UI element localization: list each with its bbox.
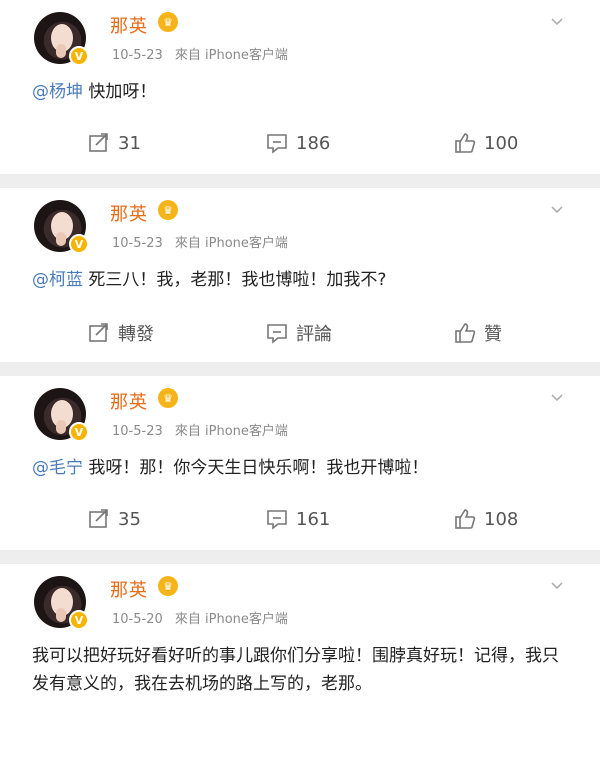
like-button[interactable]: 贊 — [454, 320, 502, 346]
post-actions: 31 186 100 — [0, 118, 600, 174]
repost-button[interactable]: 轉發 — [88, 320, 154, 346]
post-body: 我可以把好玩好看好听的事儿跟你们分享啦！围脖真好玩！记得，我只发有意义的，我在去… — [32, 646, 559, 694]
post-meta: 10-5-23 來自 iPhone客户端 — [112, 44, 288, 63]
weibo-post: V 那英 ♛ 10-5-23 來自 iPhone客户端 @杨坤 快加呀！ 31 … — [0, 0, 600, 174]
post-header: V 那英 ♛ 10-5-20 來自 iPhone客户端 — [0, 564, 600, 634]
comment-button[interactable]: 161 — [266, 508, 330, 530]
repost-icon — [89, 509, 108, 528]
repost-count: 35 — [118, 508, 141, 530]
post-meta: 10-5-20 來自 iPhone客户端 — [112, 608, 288, 627]
user-name[interactable]: 那英 — [110, 12, 148, 38]
weibo-feed: V 那英 ♛ 10-5-23 來自 iPhone客户端 @杨坤 快加呀！ 31 … — [0, 0, 600, 698]
weibo-post: V 那英 ♛ 10-5-23 來自 iPhone客户端 @柯蓝 死三八！我，老那… — [0, 188, 600, 362]
avatar[interactable]: V — [34, 12, 89, 66]
post-date: 10-5-23 — [112, 236, 163, 251]
post-body: 死三八！我，老那！我也博啦！加我不? — [83, 270, 387, 290]
like-count: 100 — [484, 132, 519, 154]
post-actions: 轉發 評論 贊 — [0, 306, 600, 362]
post-meta: 10-5-23 來自 iPhone客户端 — [112, 232, 288, 251]
post-body: 快加呀！ — [83, 82, 157, 102]
repost-icon — [89, 323, 108, 342]
comment-label: 評論 — [296, 324, 332, 345]
post-text: @毛宁 我呀！那！你今天生日快乐啊！我也开博啦！ — [0, 454, 600, 482]
avatar[interactable]: V — [34, 200, 89, 254]
post-header: V 那英 ♛ 10-5-23 來自 iPhone客户端 — [0, 188, 600, 258]
chevron-down-icon[interactable] — [550, 14, 564, 28]
post-text: 我可以把好玩好看好听的事儿跟你们分享啦！围脖真好玩！记得，我只发有意义的，我在去… — [0, 642, 600, 698]
user-name[interactable]: 那英 — [110, 576, 148, 602]
comment-button[interactable]: 評論 — [266, 320, 332, 346]
comment-button[interactable]: 186 — [266, 132, 330, 154]
vip-crown-icon: ♛ — [158, 576, 178, 596]
comment-icon — [267, 134, 287, 154]
repost-button[interactable]: 35 — [88, 508, 141, 530]
separator — [0, 174, 600, 188]
avatar[interactable]: V — [34, 388, 89, 442]
repost-button[interactable]: 31 — [88, 132, 141, 154]
avatar[interactable]: V — [34, 576, 89, 630]
user-name[interactable]: 那英 — [110, 388, 148, 414]
post-source: 來自 iPhone客户端 — [174, 612, 288, 627]
chevron-down-icon[interactable] — [550, 578, 564, 592]
like-label: 贊 — [484, 324, 502, 345]
verified-v-icon: V — [69, 234, 89, 254]
chevron-down-icon[interactable] — [550, 390, 564, 404]
mention-link[interactable]: @杨坤 — [32, 82, 83, 102]
post-source: 來自 iPhone客户端 — [174, 424, 288, 439]
separator — [0, 362, 600, 376]
vip-crown-icon: ♛ — [158, 388, 178, 408]
post-actions: 35 161 108 — [0, 494, 600, 550]
post-date: 10-5-20 — [112, 612, 163, 627]
verified-v-icon: V — [69, 422, 89, 442]
vip-crown-icon: ♛ — [158, 200, 178, 220]
comment-count: 186 — [296, 132, 331, 154]
repost-count: 31 — [118, 132, 141, 154]
repost-label: 轉發 — [118, 324, 154, 345]
post-text: @杨坤 快加呀！ — [0, 78, 600, 106]
post-meta: 10-5-23 來自 iPhone客户端 — [112, 420, 288, 439]
verified-v-icon: V — [69, 46, 89, 66]
chevron-down-icon[interactable] — [550, 202, 564, 216]
weibo-post: V 那英 ♛ 10-5-23 來自 iPhone客户端 @毛宁 我呀！那！你今天… — [0, 376, 600, 550]
post-date: 10-5-23 — [112, 424, 163, 439]
post-source: 來自 iPhone客户端 — [174, 236, 288, 251]
mention-link[interactable]: @柯蓝 — [32, 270, 83, 290]
like-count: 108 — [484, 508, 519, 530]
post-source: 來自 iPhone客户端 — [174, 48, 288, 63]
comment-icon — [267, 510, 287, 530]
post-body: 我呀！那！你今天生日快乐啊！我也开博啦！ — [83, 458, 429, 478]
weibo-post: V 那英 ♛ 10-5-20 來自 iPhone客户端 我可以把好玩好看好听的事… — [0, 564, 600, 698]
repost-icon — [89, 133, 108, 152]
thumbs-up-icon — [455, 509, 476, 529]
post-text: @柯蓝 死三八！我，老那！我也博啦！加我不? — [0, 266, 600, 294]
verified-v-icon: V — [69, 610, 89, 630]
post-header: V 那英 ♛ 10-5-23 來自 iPhone客户端 — [0, 0, 600, 70]
vip-crown-icon: ♛ — [158, 12, 178, 32]
thumbs-up-icon — [455, 133, 476, 153]
user-name[interactable]: 那英 — [110, 200, 148, 226]
like-button[interactable]: 108 — [454, 508, 518, 530]
comment-icon — [267, 324, 287, 344]
post-date: 10-5-23 — [112, 48, 163, 63]
mention-link[interactable]: @毛宁 — [32, 458, 83, 478]
comment-count: 161 — [296, 508, 331, 530]
separator — [0, 550, 600, 564]
like-button[interactable]: 100 — [454, 132, 518, 154]
post-header: V 那英 ♛ 10-5-23 來自 iPhone客户端 — [0, 376, 600, 446]
thumbs-up-icon — [455, 323, 476, 343]
